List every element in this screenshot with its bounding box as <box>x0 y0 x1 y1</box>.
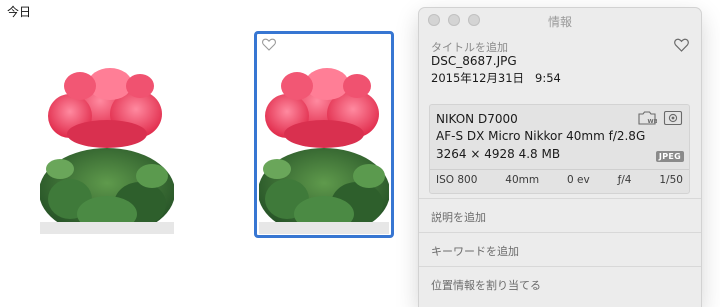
divider <box>430 169 689 170</box>
image-dimensions: 3264 × 4928 4.8 MB <box>436 147 561 161</box>
flower-photo-image <box>259 64 389 234</box>
lens-info: AF-S DX Micro Nikkor 40mm f/2.8G <box>436 129 646 143</box>
add-caption-field[interactable]: 説明を追加 <box>431 209 486 225</box>
aperture-value: ƒ/4 <box>617 174 632 186</box>
info-panel: 情報 タイトルを追加 DSC_8687.JPG 2015年12月31日 9:54… <box>419 8 701 307</box>
white-balance-icon: WB <box>638 111 658 125</box>
exposure-bias-value: 0 ev <box>566 174 590 186</box>
focal-length-value: 40mm <box>505 174 540 186</box>
exposure-stats: ISO 800 40mm 0 ev ƒ/4 1/50 <box>436 174 683 188</box>
filename: DSC_8687.JPG <box>431 54 517 68</box>
format-badge: JPEG <box>655 151 684 162</box>
wb-label: WB <box>648 119 658 125</box>
assign-location-field[interactable]: 位置情報を割り当てる <box>431 277 541 293</box>
capture-datetime: 2015年12月31日 9:54 <box>431 71 561 85</box>
add-keywords-row[interactable]: キーワードを追加 <box>419 232 701 267</box>
camera-model: NIKON D7000 <box>436 112 518 126</box>
iso-value: ISO 800 <box>436 174 478 186</box>
assign-location-row[interactable]: 位置情報を割り当てる <box>419 266 701 301</box>
info-panel-titlebar[interactable]: 情報 <box>419 8 701 30</box>
photo-thumbnail[interactable] <box>259 64 389 234</box>
panel-title: 情報 <box>547 15 572 29</box>
flower-photo-image <box>40 64 174 234</box>
exif-info-box: NIKON D7000 AF-S DX Micro Nikkor 40mm f/… <box>429 104 690 194</box>
heart-icon[interactable] <box>262 38 276 51</box>
section-title: 今日 <box>7 5 32 19</box>
photo-thumbnail[interactable] <box>40 64 174 234</box>
add-keywords-field[interactable]: キーワードを追加 <box>431 243 519 259</box>
add-title-field[interactable]: タイトルを追加 <box>431 39 508 55</box>
add-caption-row[interactable]: 説明を追加 <box>419 198 701 233</box>
shutter-speed-value: 1/50 <box>659 174 683 186</box>
metering-mode-icon <box>663 110 683 126</box>
favorite-heart-icon[interactable] <box>674 38 689 52</box>
